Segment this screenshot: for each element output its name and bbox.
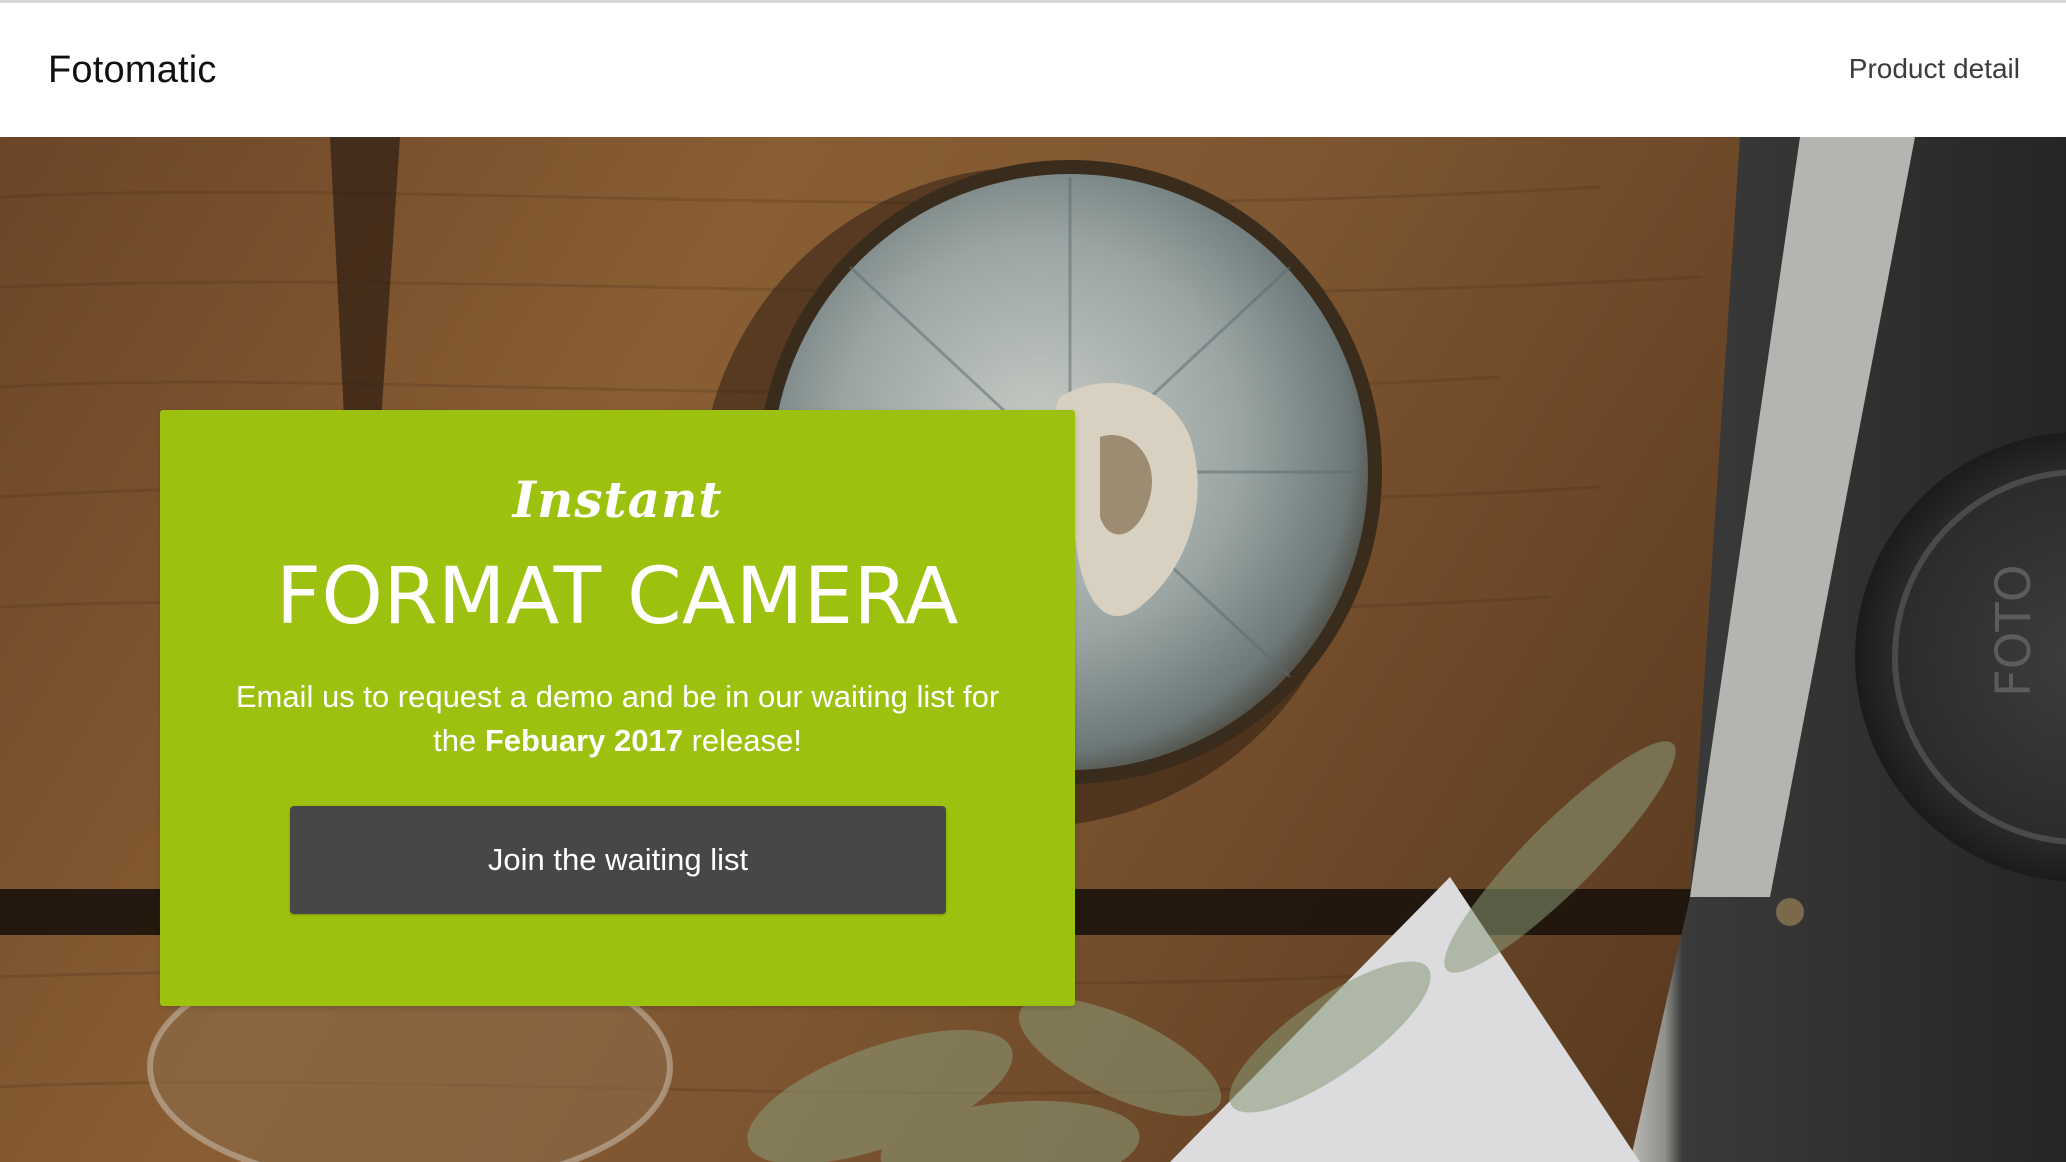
page: Fotomatic Product detail FOTO Instant FO…	[0, 0, 2066, 1162]
lens-cap-text: FOTO	[1986, 565, 2042, 698]
promo-release-date: Febuary 2017	[484, 723, 683, 758]
promo-card: Instant FORMAT CAMERA Email us to reques…	[160, 410, 1075, 1006]
brand-logo-link[interactable]: Fotomatic	[48, 49, 217, 92]
promo-description: Email us to request a demo and be in our…	[230, 675, 1005, 763]
join-waiting-list-button[interactable]: Join the waiting list	[290, 806, 946, 914]
nav-link-product-detail[interactable]: Product detail	[1849, 53, 2020, 85]
site-header: Fotomatic Product detail	[0, 3, 2066, 137]
promo-headline: FORMAT CAMERA	[276, 552, 959, 642]
promo-description-tail: release!	[682, 723, 802, 758]
promo-kicker: Instant	[512, 470, 723, 529]
